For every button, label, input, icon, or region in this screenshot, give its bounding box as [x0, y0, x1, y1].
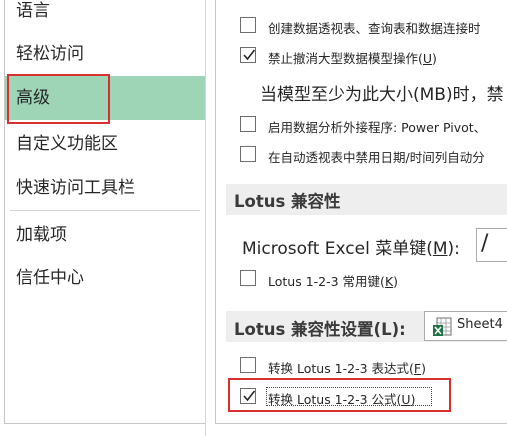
main-pane-border — [215, 0, 216, 424]
create-relationships-label: 创建数据透视表、查询表和数据连接时 — [268, 21, 481, 36]
nav-item-trust-center[interactable]: 信任中心 — [5, 256, 205, 300]
nav-item-add-ins[interactable]: 加载项 — [5, 213, 205, 257]
annotation-highlight-outline — [228, 378, 451, 412]
menu-key-label: Microsoft Excel 菜单键(M): — [242, 239, 460, 259]
sheet-select-value: Sheet4 — [457, 317, 503, 332]
enable-data-analysis-addins-label: 启用数据分析外接程序: Power Pivot、 — [268, 120, 487, 135]
transition-formula-eval-checkbox[interactable] — [240, 357, 256, 373]
disable-undo-checkbox[interactable] — [240, 47, 256, 63]
enable-data-analysis-addins-checkbox[interactable] — [240, 116, 256, 132]
nav-item-language[interactable]: 语言 — [5, 0, 205, 33]
nav-item-quick-access-toolbar[interactable]: 快速访问工具栏 — [5, 166, 205, 210]
selection-highlight-outline — [7, 74, 110, 124]
model-size-threshold-label: 当模型至少为此大小(MB)时，禁 — [260, 85, 504, 105]
lotus-settings-section-title: Lotus 兼容性设置(L): — [234, 320, 406, 339]
transition-formula-eval-label: 转换 Lotus 1-2-3 表达式(F) — [268, 361, 426, 376]
disable-date-grouping-label: 在自动透视表中禁用日期/时间列自动分 — [268, 150, 485, 165]
nav-item-accessibility[interactable]: 轻松访问 — [5, 32, 205, 76]
navigation-keys-label: Lotus 1-2-3 常用键(K) — [268, 274, 399, 289]
sheet-select-dropdown[interactable]: Sheet4 — [424, 311, 507, 341]
excel-sheet-icon — [433, 317, 452, 336]
main-pane-bottom-border — [215, 423, 507, 424]
menu-key-input[interactable]: / — [476, 228, 507, 262]
navigation-keys-checkbox[interactable] — [240, 270, 256, 286]
checkmark-icon — [243, 49, 256, 61]
options-nav: 语言 轻松访问 高级 自定义功能区 快速访问工具栏 加载项 信任中心 — [0, 0, 206, 436]
create-relationships-checkbox[interactable] — [240, 17, 256, 33]
nav-bottom-border — [4, 423, 206, 424]
disable-date-grouping-checkbox[interactable] — [240, 146, 256, 162]
lotus-compat-section-title: Lotus 兼容性 — [234, 192, 341, 211]
nav-divider — [10, 210, 200, 211]
nav-item-customize-ribbon[interactable]: 自定义功能区 — [5, 122, 205, 166]
disable-undo-label: 禁止撤消大型数据模型操作(U) — [268, 51, 437, 66]
